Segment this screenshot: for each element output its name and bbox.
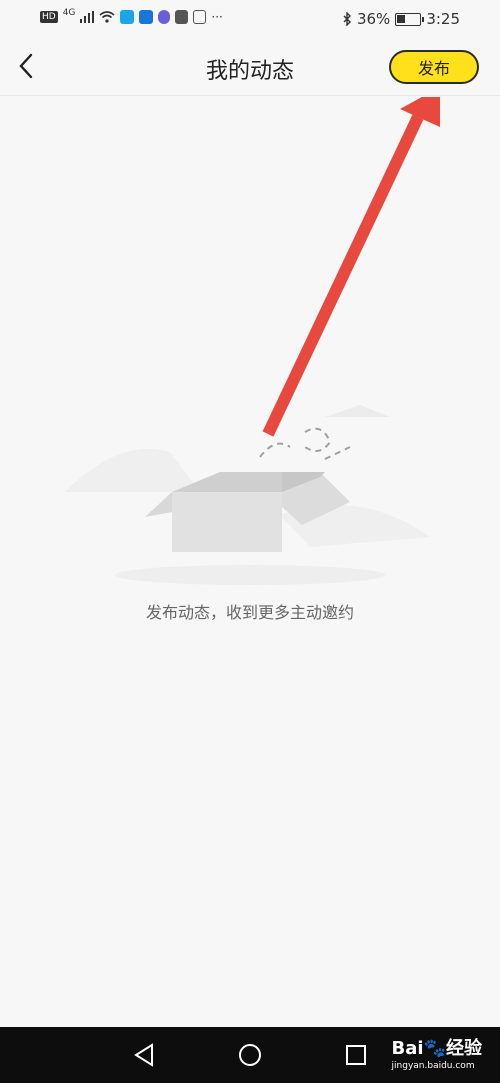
baidu-jingyan-watermark: Bai🐾经验 jingyan.baidu.com xyxy=(391,1038,482,1072)
empty-state-message: 发布动态，收到更多主动邀约 xyxy=(145,603,354,622)
battery-percent: 36% xyxy=(356,10,391,28)
hd-icon: HD xyxy=(40,11,58,23)
navigation-bar: 我的动态 发布 xyxy=(0,38,500,96)
bluetooth-icon xyxy=(343,12,351,26)
app-search-icon xyxy=(120,10,135,24)
app-bag-icon xyxy=(175,10,189,24)
watermark-url: jingyan.baidu.com xyxy=(391,1061,475,1071)
battery-fill xyxy=(397,14,406,23)
wifi-icon xyxy=(99,11,115,23)
clock-time: 3:25 xyxy=(426,10,460,28)
status-bar: HD 4G ··· 36% 3:25 xyxy=(0,0,500,38)
status-left: HD 4G ··· xyxy=(40,8,223,24)
signal-bars-icon xyxy=(80,11,95,23)
open-box-illustration xyxy=(65,405,430,585)
watermark-brand-cn: 经验 xyxy=(446,1038,482,1059)
watermark-brand: Bai xyxy=(391,1038,424,1059)
publish-button[interactable]: 发布 xyxy=(389,50,479,84)
app-cloud-icon xyxy=(139,10,154,24)
app-hand-icon xyxy=(193,10,207,24)
square-recent-icon[interactable] xyxy=(342,1041,370,1069)
more-dots-icon: ··· xyxy=(211,10,223,24)
system-navigation-bar: Bai🐾经验 jingyan.baidu.com xyxy=(0,1027,500,1083)
triangle-back-icon[interactable] xyxy=(130,1041,158,1069)
battery-icon xyxy=(395,12,425,26)
signal-4g-icon: 4G xyxy=(62,8,76,18)
circle-home-icon[interactable] xyxy=(236,1041,264,1069)
app-music-icon xyxy=(158,10,171,24)
main-content: 发布动态，收到更多主动邀约 xyxy=(0,97,500,1027)
paw-icon: 🐾 xyxy=(423,1038,446,1059)
status-right: 36% 3:25 xyxy=(343,10,460,28)
